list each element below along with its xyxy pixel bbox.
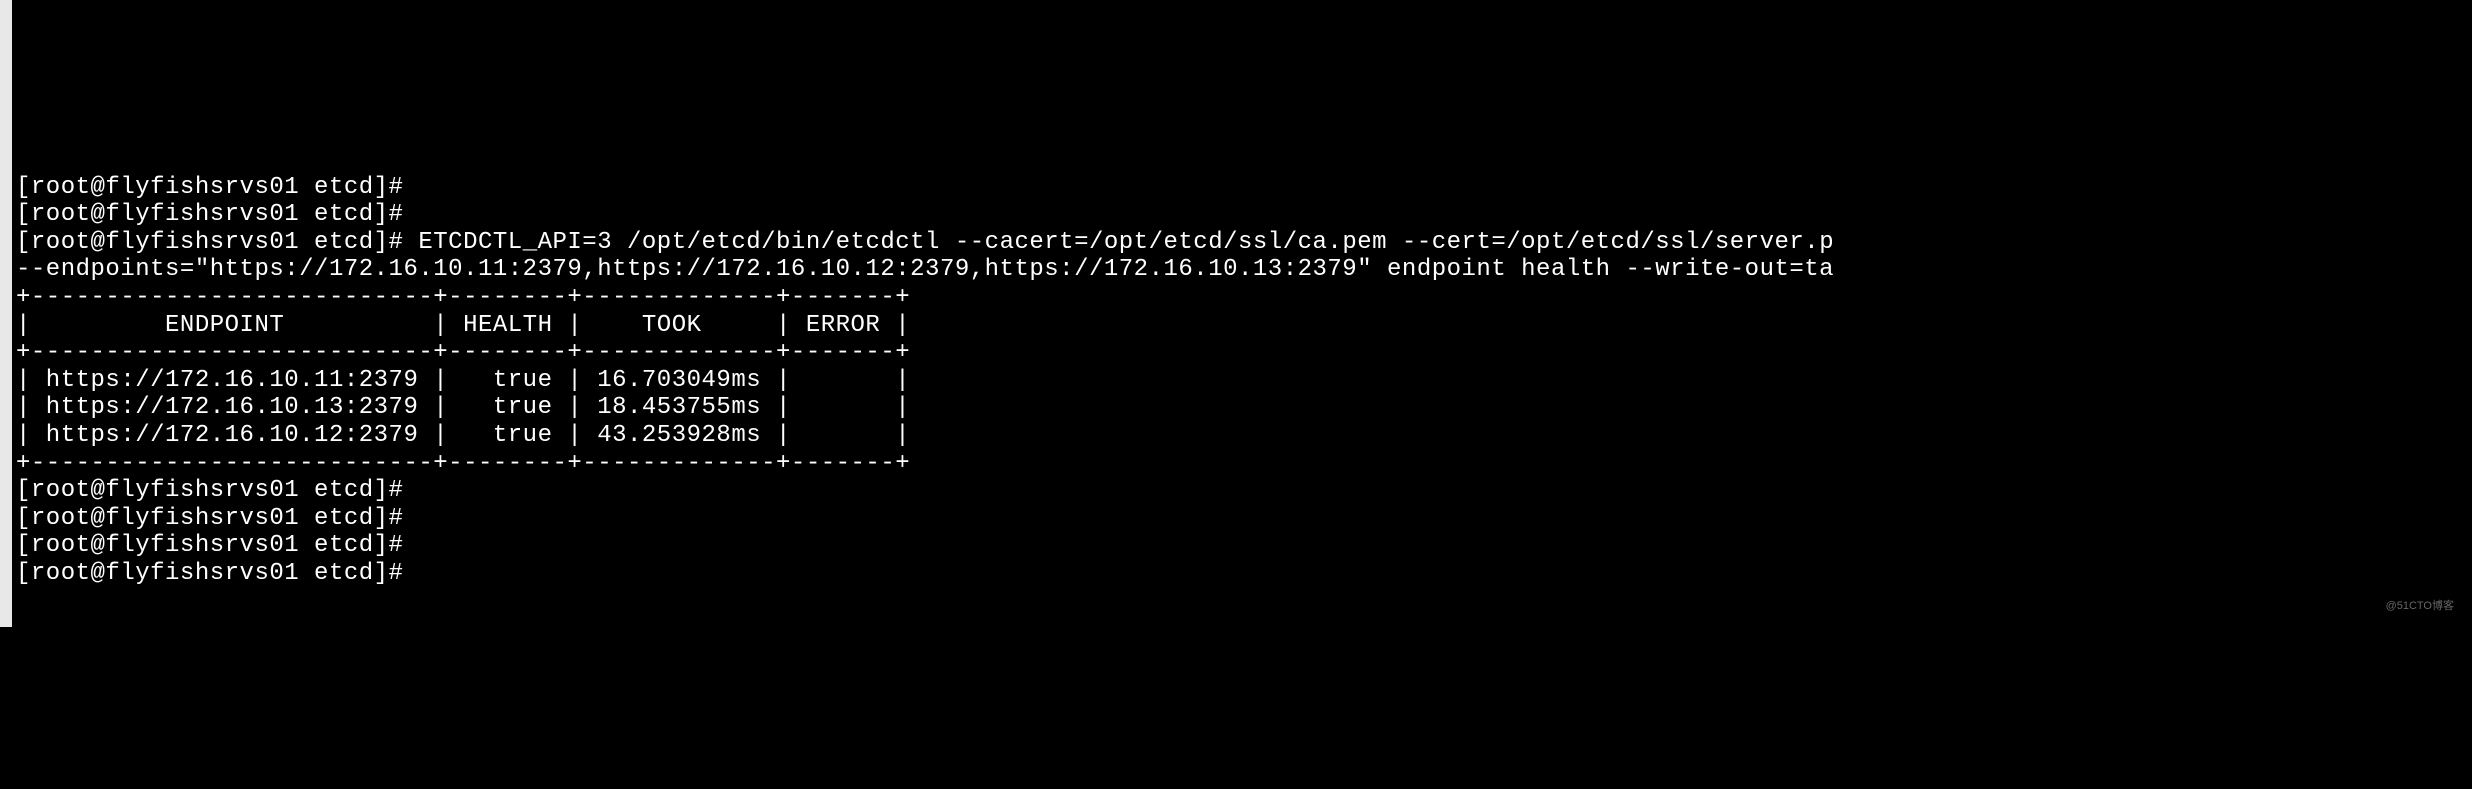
shell-prompt: [root@flyfishsrvs01 etcd]# (16, 532, 403, 559)
terminal-output[interactable]: [root@flyfishsrvs01 etcd]#[root@flyfishs… (16, 174, 2472, 588)
command-text: ETCDCTL_API=3 /opt/etcd/bin/etcdctl --ca… (403, 229, 1834, 256)
table-header: | ENDPOINT | HEALTH | TOOK | ERROR | (16, 312, 2472, 340)
shell-prompt: [root@flyfishsrvs01 etcd]# (16, 229, 403, 256)
prompt-line: [root@flyfishsrvs01 etcd]# (16, 174, 2472, 202)
table-border: +---------------------------+--------+--… (16, 284, 2472, 312)
shell-prompt: [root@flyfishsrvs01 etcd]# (16, 560, 403, 587)
shell-prompt: [root@flyfishsrvs01 etcd]# (16, 201, 403, 228)
table-border: +---------------------------+--------+--… (16, 450, 2472, 478)
shell-prompt: [root@flyfishsrvs01 etcd]# (16, 505, 403, 532)
scrollbar-indicator[interactable] (0, 0, 12, 627)
shell-prompt: [root@flyfishsrvs01 etcd]# (16, 477, 403, 504)
table-row: | https://172.16.10.13:2379 | true | 18.… (16, 394, 2472, 422)
table-border: +---------------------------+--------+--… (16, 339, 2472, 367)
prompt-line: [root@flyfishsrvs01 etcd]# (16, 532, 2472, 560)
command-continuation: --endpoints="https://172.16.10.11:2379,h… (16, 256, 2472, 284)
prompt-line: [root@flyfishsrvs01 etcd]# (16, 505, 2472, 533)
table-row: | https://172.16.10.11:2379 | true | 16.… (16, 367, 2472, 395)
prompt-line: [root@flyfishsrvs01 etcd]# (16, 560, 2472, 588)
table-row: | https://172.16.10.12:2379 | true | 43.… (16, 422, 2472, 450)
watermark-text: @51CTO博客 (2386, 600, 2454, 613)
prompt-line: [root@flyfishsrvs01 etcd]# (16, 201, 2472, 229)
shell-prompt: [root@flyfishsrvs01 etcd]# (16, 174, 403, 201)
prompt-line: [root@flyfishsrvs01 etcd]# (16, 477, 2472, 505)
command-line: [root@flyfishsrvs01 etcd]# ETCDCTL_API=3… (16, 229, 2472, 257)
